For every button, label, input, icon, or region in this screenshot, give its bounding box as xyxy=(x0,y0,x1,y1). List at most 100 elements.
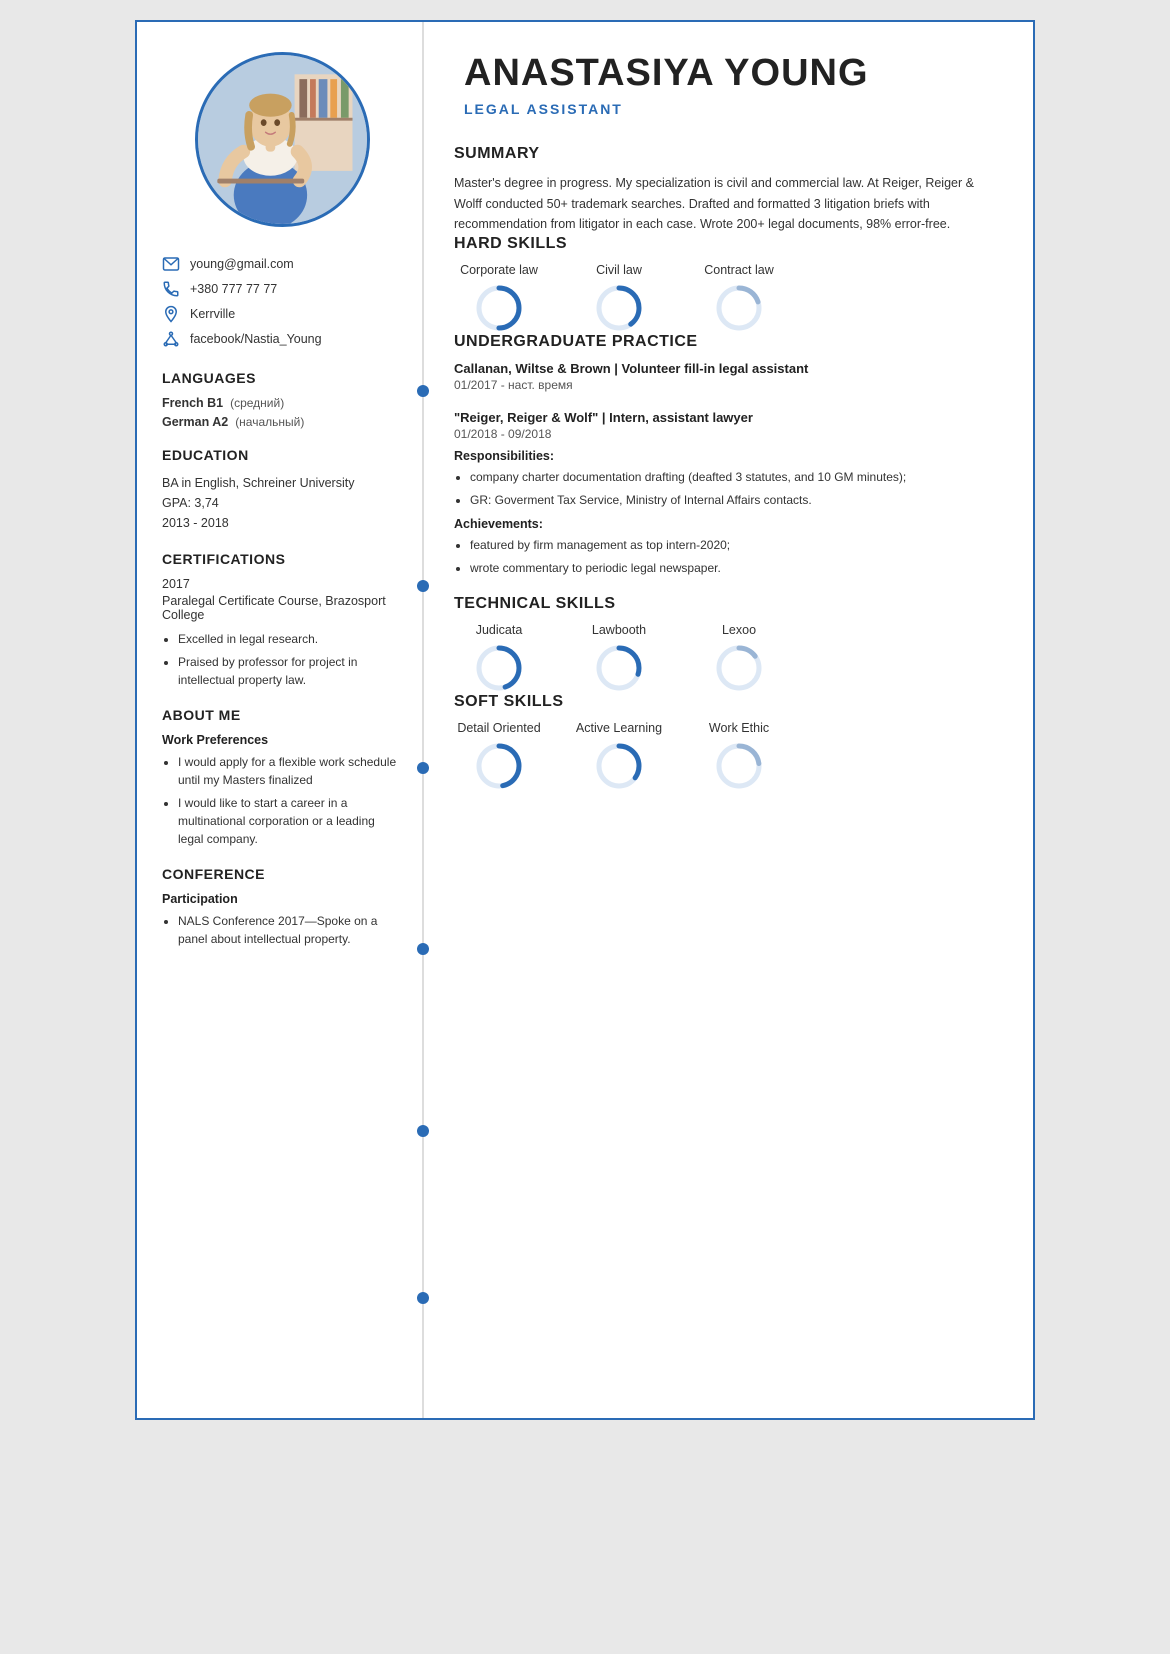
name-title-area: ANASTASIYA YOUNG LEGAL ASSISTANT xyxy=(454,52,1003,117)
ach-1: featured by firm management as top inter… xyxy=(470,536,1003,554)
skill-label: Corporate law xyxy=(460,263,538,277)
lang-german: German A2 (начальный) xyxy=(162,415,402,429)
about-section: ABOUT ME Work Preferences I would apply … xyxy=(162,707,402,848)
education-years: 2013 - 2018 xyxy=(162,513,402,533)
languages-title: LANGUAGES xyxy=(162,370,402,386)
right-column: ANASTASIYA YOUNG LEGAL ASSISTANT SUMMARY… xyxy=(424,22,1033,1418)
email-text: young@gmail.com xyxy=(190,257,294,271)
cert-bullet-2: Praised by professor for project in inte… xyxy=(178,653,402,689)
technical-skills-row: Judicata Lawbooth xyxy=(454,623,1003,693)
work-preferences-title: Work Preferences xyxy=(162,733,402,747)
resp-2: GR: Goverment Tax Service, Ministry of I… xyxy=(470,491,1003,509)
practice-org-1: Callanan, Wiltse & Brown | Volunteer fil… xyxy=(454,361,1003,376)
lang-french: French B1 (средний) xyxy=(162,396,402,410)
skill-lexoo: Lexoo xyxy=(694,623,784,693)
education-section: EDUCATION BA in English, Schreiner Unive… xyxy=(162,447,402,533)
timeline-divider xyxy=(422,22,424,1418)
skill-active-learning: Active Learning xyxy=(574,721,664,791)
skill-contract-law: Contract law xyxy=(694,263,784,333)
languages-section: LANGUAGES French B1 (средний) German A2 … xyxy=(162,370,402,429)
practice-date-2: 01/2018 - 09/2018 xyxy=(454,427,1003,441)
about-title: ABOUT ME xyxy=(162,707,402,723)
achievements-list: featured by firm management as top inter… xyxy=(454,536,1003,577)
social-item: facebook/Nastia_Young xyxy=(162,330,402,348)
skill-detail-oriented: Detail Oriented xyxy=(454,721,544,791)
summary-text: Master's degree in progress. My speciali… xyxy=(454,173,1003,235)
technical-skills-title: TECHNICAL SKILLS xyxy=(454,595,1003,613)
conference-section: CONFERENCE Participation NALS Conference… xyxy=(162,866,402,948)
left-column: young@gmail.com +380 777 77 77 Kerrville xyxy=(137,22,422,1418)
timeline-dot-3 xyxy=(417,762,429,774)
full-name: ANASTASIYA YOUNG xyxy=(464,52,1003,95)
skill-label: Lexoo xyxy=(722,623,756,637)
phone-text: +380 777 77 77 xyxy=(190,282,277,296)
skill-circle xyxy=(474,741,524,791)
soft-skills-title: SOFT SKILLS xyxy=(454,693,1003,711)
social-icon xyxy=(162,330,180,348)
skill-civil-law: Civil law xyxy=(574,263,664,333)
technical-skills-section: TECHNICAL SKILLS Judicata Lawbooth xyxy=(454,595,1003,693)
work-preferences-bullets: I would apply for a flexible work schedu… xyxy=(162,753,402,848)
skill-circle xyxy=(474,643,524,693)
conference-title: CONFERENCE xyxy=(162,866,402,882)
practice-org-2: "Reiger, Reiger & Wolf" | Intern, assist… xyxy=(454,410,1003,425)
contact-section: young@gmail.com +380 777 77 77 Kerrville xyxy=(162,255,402,348)
practice-entry-2: "Reiger, Reiger & Wolf" | Intern, assist… xyxy=(454,410,1003,577)
summary-title: SUMMARY xyxy=(454,145,1003,163)
education-title: EDUCATION xyxy=(162,447,402,463)
education-gpa: GPA: 3,74 xyxy=(162,493,402,513)
skill-label: Work Ethic xyxy=(709,721,769,735)
cert-bullets: Excelled in legal research. Praised by p… xyxy=(162,630,402,689)
responsibilities-list: company charter documentation drafting (… xyxy=(454,468,1003,509)
skill-label: Contract law xyxy=(704,263,773,277)
conference-bullets: NALS Conference 2017—Spoke on a panel ab… xyxy=(162,912,402,948)
ach-2: wrote commentary to periodic legal newsp… xyxy=(470,559,1003,577)
conference-bullet-1: NALS Conference 2017—Spoke on a panel ab… xyxy=(178,912,402,948)
profile-photo xyxy=(195,52,370,227)
skill-circle xyxy=(714,741,764,791)
location-icon xyxy=(162,305,180,323)
hard-skills-row: Corporate law Civil law xyxy=(454,263,1003,333)
skill-corporate-law: Corporate law xyxy=(454,263,544,333)
skill-lawbooth: Lawbooth xyxy=(574,623,664,693)
responsibilities-title: Responsibilities: xyxy=(454,449,1003,463)
skill-label: Active Learning xyxy=(576,721,662,735)
job-title: LEGAL ASSISTANT xyxy=(464,101,1003,117)
skill-circle xyxy=(594,643,644,693)
timeline-dot-1 xyxy=(417,385,429,397)
cert-bullet-1: Excelled in legal research. xyxy=(178,630,402,648)
skill-circle xyxy=(474,283,524,333)
practice-date-1: 01/2017 - наст. время xyxy=(454,378,1003,392)
soft-skills-row: Detail Oriented Active Learning xyxy=(454,721,1003,791)
undergraduate-title: UNDERGRADUATE PRACTICE xyxy=(454,333,1003,351)
skill-label: Civil law xyxy=(596,263,642,277)
social-text: facebook/Nastia_Young xyxy=(190,332,322,346)
resume-page: young@gmail.com +380 777 77 77 Kerrville xyxy=(135,20,1035,1420)
skill-label: Lawbooth xyxy=(592,623,646,637)
timeline-dot-5 xyxy=(417,1125,429,1137)
cert-year: 2017 xyxy=(162,577,402,591)
resp-1: company charter documentation drafting (… xyxy=(470,468,1003,486)
achievements-title: Achievements: xyxy=(454,517,1003,531)
certifications-section: CERTIFICATIONS 2017 Paralegal Certificat… xyxy=(162,551,402,689)
hard-skills-title: HARD SKILLS xyxy=(454,235,1003,253)
phone-item: +380 777 77 77 xyxy=(162,280,402,298)
education-degree: BA in English, Schreiner University xyxy=(162,473,402,493)
skill-label: Detail Oriented xyxy=(457,721,540,735)
work-pref-1: I would apply for a flexible work schedu… xyxy=(178,753,402,789)
location-item: Kerrville xyxy=(162,305,402,323)
skill-label: Judicata xyxy=(476,623,523,637)
practice-entry-1: Callanan, Wiltse & Brown | Volunteer fil… xyxy=(454,361,1003,392)
hard-skills-section: HARD SKILLS Corporate law Civil law xyxy=(454,235,1003,333)
soft-skills-section: SOFT SKILLS Detail Oriented Active Learn… xyxy=(454,693,1003,791)
skill-circle xyxy=(714,283,764,333)
skill-judicata: Judicata xyxy=(454,623,544,693)
summary-section: SUMMARY Master's degree in progress. My … xyxy=(454,145,1003,235)
skill-circle xyxy=(594,741,644,791)
work-pref-2: I would like to start a career in a mult… xyxy=(178,794,402,848)
certifications-title: CERTIFICATIONS xyxy=(162,551,402,567)
skill-work-ethic: Work Ethic xyxy=(694,721,784,791)
cert-name: Paralegal Certificate Course, Brazosport… xyxy=(162,594,402,622)
email-item: young@gmail.com xyxy=(162,255,402,273)
email-icon xyxy=(162,255,180,273)
